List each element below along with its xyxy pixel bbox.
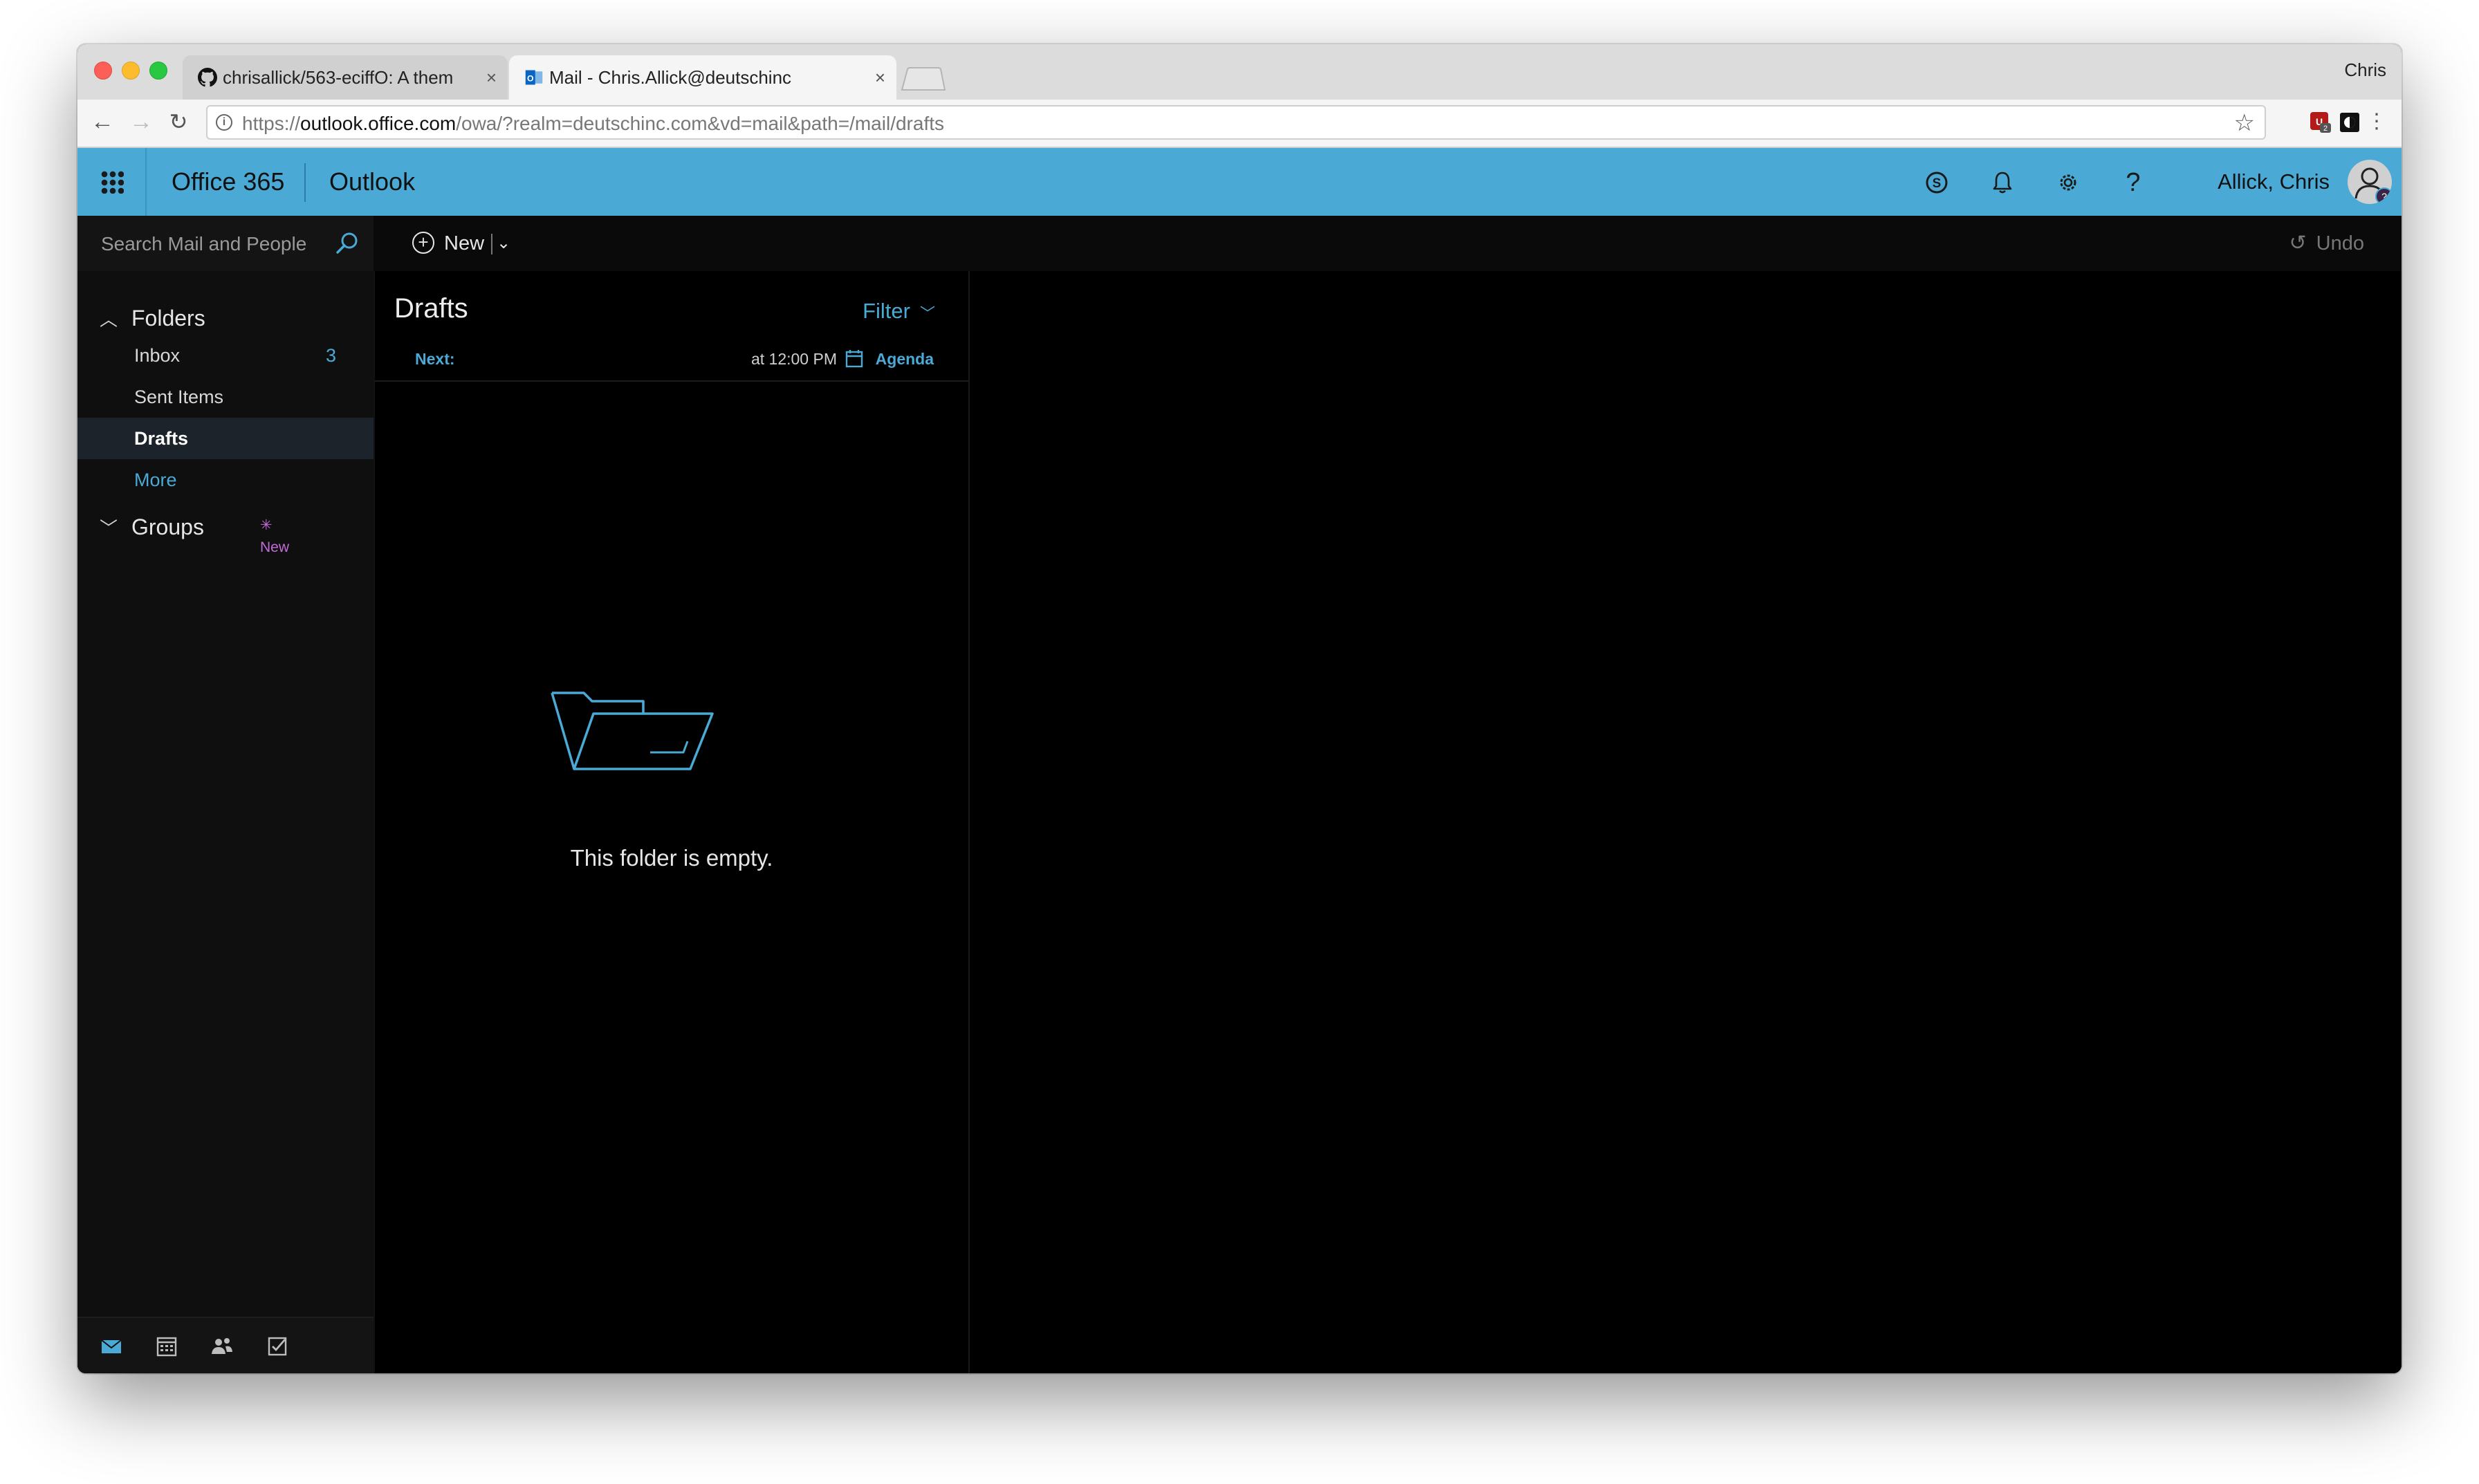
undo-button[interactable]: ↺ Undo [2289,216,2364,271]
command-bar: + New ⌄ ↺Undo [77,216,2402,271]
next-event-bar: Next: at 12:00 PM Agenda [375,340,968,382]
calendar-icon [845,350,863,368]
bookmark-star-icon[interactable]: ☆ [2234,109,2255,137]
next-event-label: Next: [415,350,455,368]
undo-icon: ↺ [2289,232,2307,254]
presence-badge: ? [2375,187,2392,204]
suite-header: Office 365 Outlook S ? Allick, Chris ? [77,148,2402,216]
bell-icon[interactable] [1987,167,2018,198]
folders-header[interactable]: ︿ Folders [100,306,205,331]
svg-text:S: S [1933,176,1942,191]
new-dropdown-chevron-icon[interactable]: ⌄ [497,225,510,261]
agenda-link[interactable]: Agenda [876,350,934,369]
svg-text:O: O [527,73,534,83]
filter-button[interactable]: Filter ﹀ [863,299,935,324]
new-button-divider [491,234,492,254]
plus-circle-icon: + [412,232,434,254]
new-message-button[interactable]: + New [412,225,484,261]
app-name[interactable]: Outlook [329,148,415,216]
search-icon[interactable] [333,230,361,257]
forward-button[interactable]: → [126,106,156,137]
gear-icon[interactable] [2053,167,2083,198]
folder-pane: ︿ Folders Inbox 3 Sent Items Drafts More … [77,271,374,1373]
tab-github[interactable]: chrisallick/563-eciffO: A them × [183,55,508,100]
tab-outlook[interactable]: O Mail - Chris.Allick@deutschinc × [509,55,896,100]
github-icon [198,68,217,87]
groups-new-badge: ✳ New [260,517,290,555]
module-switcher [77,1317,374,1373]
folder-item-drafts[interactable]: Drafts [77,418,374,459]
message-list: Drafts Filter ﹀ Next: at 12:00 PM Agenda … [374,271,970,1373]
user-name[interactable]: Allick, Chris [2218,148,2330,216]
site-info-icon[interactable]: i [216,114,232,131]
new-tab-button[interactable] [901,66,946,91]
chevron-up-icon: ︿ [100,309,118,330]
folder-item-more[interactable]: More [77,459,374,501]
waffle-icon [100,170,124,194]
next-event-time: at 12:00 PM [750,350,837,368]
groups-header[interactable]: ﹀ Groups ✳ New [100,514,289,555]
new-label: New [444,232,485,254]
outlook-icon: O [525,70,543,85]
reading-pane [970,271,2402,1373]
help-icon[interactable]: ? [2118,167,2148,198]
mail-icon[interactable] [98,1333,125,1360]
svg-text:2: 2 [2323,124,2328,133]
skype-icon[interactable]: S [1922,167,1952,198]
empty-folder-message: This folder is empty. [570,845,773,871]
browser-window: chrisallick/563-eciffO: A them × O Mail … [77,44,2402,1373]
folder-title: Drafts [394,293,468,324]
back-button[interactable]: ← [87,106,118,137]
reload-button[interactable]: ↻ [163,106,194,137]
search-box [77,216,374,271]
people-icon[interactable] [209,1333,235,1360]
minimize-window-button[interactable] [122,62,140,80]
office-365-brand[interactable]: Office 365 [172,148,284,216]
url-field[interactable]: i https://outlook.office.com/owa/?realm=… [206,105,2266,140]
chevron-down-icon: ﹀ [100,518,118,539]
close-tab-icon[interactable]: × [486,55,497,100]
tab-bar: chrisallick/563-eciffO: A them × O Mail … [77,44,2402,100]
folder-item-sent-items[interactable]: Sent Items [77,376,374,418]
zoom-window-button[interactable] [149,62,167,80]
tab-title: chrisallick/563-eciffO: A them [223,67,454,88]
app-launcher-button[interactable] [77,148,147,216]
search-input[interactable] [100,228,331,260]
extension-dark-mode-icon[interactable] [2338,111,2361,134]
profile-name[interactable]: Chris [2344,59,2386,81]
calendar-icon[interactable] [154,1333,180,1360]
tasks-icon[interactable] [264,1333,291,1360]
tab-title: Mail - Chris.Allick@deutschinc [549,67,792,88]
brand-divider [304,163,306,202]
unread-count: 3 [325,345,336,366]
extension-shield-icon[interactable]: U2 [2309,111,2332,134]
close-window-button[interactable] [94,62,112,80]
browser-menu-icon[interactable]: ⋮ [2361,106,2392,137]
close-tab-icon[interactable]: × [875,55,885,100]
avatar[interactable]: ? [2348,160,2392,204]
open-folder-icon [551,692,714,770]
url-text[interactable]: https://outlook.office.com/owa/?realm=de… [242,113,944,135]
chevron-down-icon: ﹀ [919,304,935,322]
address-bar: ← → ↻ i https://outlook.office.com/owa/?… [77,100,2402,148]
folder-item-inbox[interactable]: Inbox 3 [77,335,374,376]
